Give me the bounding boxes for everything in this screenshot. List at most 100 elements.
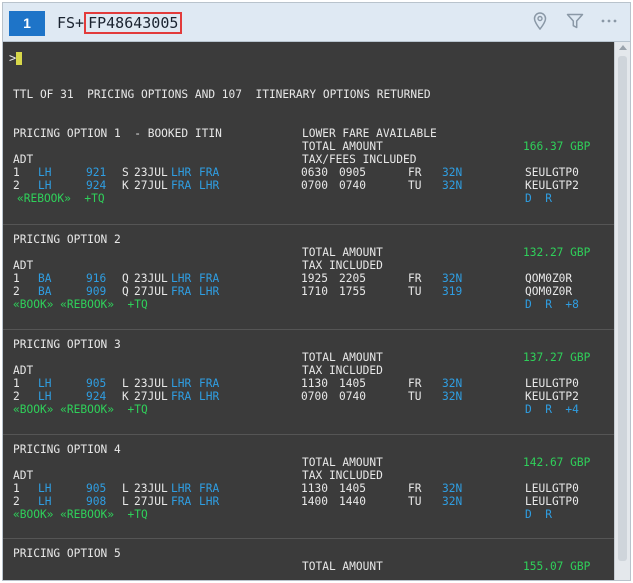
tax-label: TAX INCLUDED bbox=[302, 259, 383, 272]
option-title: PRICING OPTION 2 bbox=[13, 233, 121, 246]
segment-date: 23JUL bbox=[134, 482, 168, 495]
segment-cls: Q bbox=[122, 285, 129, 298]
segment-n: 2 bbox=[13, 495, 20, 508]
segment-flight[interactable]: 921 bbox=[86, 166, 106, 179]
segment-day: FR bbox=[408, 482, 422, 495]
segment-arr: 1405 bbox=[339, 377, 366, 390]
pin-icon[interactable] bbox=[530, 12, 550, 32]
segment-arr: 0905 bbox=[339, 166, 366, 179]
more-icon[interactable] bbox=[599, 12, 619, 32]
scroll-up-icon[interactable] bbox=[619, 45, 627, 50]
option-title: PRICING OPTION 5 bbox=[13, 547, 121, 560]
total-amount-label: TOTAL AMOUNT bbox=[302, 351, 383, 364]
scrollbar[interactable] bbox=[614, 42, 630, 580]
segment-fare: KEULGTP2 bbox=[525, 179, 579, 192]
command-prefix: FS+ bbox=[57, 14, 85, 32]
segment-airline[interactable]: BA bbox=[38, 272, 51, 285]
terminal-cursor[interactable]: > bbox=[9, 52, 24, 65]
command-window: 1 FS+ FP48643005 > TTL OF 31 PRICING OPTI… bbox=[2, 2, 631, 581]
segment-equip: 32N bbox=[442, 272, 463, 285]
segment-flight[interactable]: 924 bbox=[86, 179, 106, 192]
segment-cls: L bbox=[122, 377, 129, 390]
segment-flight[interactable]: 905 bbox=[86, 482, 106, 495]
segment-day: TU bbox=[408, 390, 422, 403]
segment-fare: KEULGTP2 bbox=[525, 390, 579, 403]
segment-flight[interactable]: 924 bbox=[86, 390, 106, 403]
passenger-type: ADT bbox=[13, 153, 34, 166]
segment-airline[interactable]: LH bbox=[38, 166, 51, 179]
option-actions[interactable]: «BOOK» «REBOOK» +TQ bbox=[13, 403, 148, 416]
segment-arr: 1405 bbox=[339, 482, 366, 495]
segment-dep: 0700 bbox=[301, 390, 328, 403]
segment-airline[interactable]: LH bbox=[38, 390, 51, 403]
segment-airline[interactable]: LH bbox=[38, 377, 51, 390]
segment-airline[interactable]: LH bbox=[38, 179, 51, 192]
results-summary: TTL OF 31 PRICING OPTIONS AND 107 ITINER… bbox=[13, 88, 431, 101]
total-amount: 166.37 GBP bbox=[523, 140, 591, 153]
segment-airline[interactable]: BA bbox=[38, 285, 51, 298]
segment-fare: SEULGTP0 bbox=[525, 166, 579, 179]
total-amount-label: TOTAL AMOUNT bbox=[302, 246, 383, 259]
segment-date: 23JUL bbox=[134, 377, 168, 390]
segment-equip: 32N bbox=[442, 179, 463, 192]
segment-n: 1 bbox=[13, 482, 20, 495]
segment-airline[interactable]: LH bbox=[38, 495, 51, 508]
segment-n: 2 bbox=[13, 285, 20, 298]
total-amount: 137.27 GBP bbox=[523, 351, 591, 364]
segment-dep: 1130 bbox=[301, 482, 328, 495]
passenger-type: ADT bbox=[13, 259, 34, 272]
total-amount: 142.67 GBP bbox=[523, 456, 591, 469]
segment-flight[interactable]: 908 bbox=[86, 495, 106, 508]
passenger-type: ADT bbox=[13, 364, 34, 377]
segment-fare: LEULGTP0 bbox=[525, 377, 579, 390]
segment-date: 23JUL bbox=[134, 166, 168, 179]
option-actions[interactable]: «BOOK» «REBOOK» +TQ bbox=[13, 508, 148, 521]
option-divider bbox=[3, 538, 614, 539]
segment-flight[interactable]: 909 bbox=[86, 285, 106, 298]
tab-number[interactable]: 1 bbox=[9, 11, 45, 36]
option-actions[interactable]: «BOOK» «REBOOK» +TQ bbox=[13, 298, 148, 311]
option-flags[interactable]: D R +8 bbox=[525, 298, 579, 311]
segment-dep: 1925 bbox=[301, 272, 328, 285]
segment-day: FR bbox=[408, 166, 422, 179]
tax-label: TAX/FEES INCLUDED bbox=[302, 153, 417, 166]
segment-day: TU bbox=[408, 495, 422, 508]
scroll-thumb[interactable] bbox=[618, 56, 627, 561]
passenger-type: ADT bbox=[13, 469, 34, 482]
segment-arr: 0740 bbox=[339, 179, 366, 192]
segment-n: 2 bbox=[13, 179, 20, 192]
segment-dep: 0630 bbox=[301, 166, 328, 179]
option-flags[interactable]: D R +4 bbox=[525, 403, 579, 416]
total-amount-label: TOTAL AMOUNT bbox=[302, 560, 383, 573]
segment-from: LHR bbox=[171, 272, 192, 285]
segment-date: 27JUL bbox=[134, 495, 168, 508]
segment-arr: 2205 bbox=[339, 272, 366, 285]
segment-equip: 32N bbox=[442, 390, 463, 403]
option-actions[interactable]: «REBOOK» +TQ bbox=[17, 192, 105, 205]
segment-to: LHR bbox=[199, 285, 220, 298]
segment-dep: 0700 bbox=[301, 179, 328, 192]
total-amount-label: TOTAL AMOUNT bbox=[302, 456, 383, 469]
command-line[interactable]: FS+ FP48643005 bbox=[57, 12, 183, 34]
segment-cls: K bbox=[122, 179, 129, 192]
segment-flight[interactable]: 905 bbox=[86, 377, 106, 390]
total-amount: 132.27 GBP bbox=[523, 246, 591, 259]
command-code: FP48643005 bbox=[84, 12, 183, 34]
filter-icon[interactable] bbox=[565, 12, 585, 32]
option-flags[interactable]: D R bbox=[525, 192, 552, 205]
segment-airline[interactable]: LH bbox=[38, 482, 51, 495]
segment-arr: 0740 bbox=[339, 390, 366, 403]
option-divider bbox=[3, 434, 614, 435]
segment-n: 1 bbox=[13, 377, 20, 390]
segment-day: FR bbox=[408, 272, 422, 285]
segment-from: FRA bbox=[171, 390, 192, 403]
segment-date: 23JUL bbox=[134, 272, 168, 285]
segment-flight[interactable]: 916 bbox=[86, 272, 106, 285]
segment-to: FRA bbox=[199, 272, 220, 285]
segment-date: 27JUL bbox=[134, 179, 168, 192]
terminal-output[interactable]: > TTL OF 31 PRICING OPTIONS AND 107 ITIN… bbox=[3, 42, 614, 580]
option-flags[interactable]: D R bbox=[525, 508, 552, 521]
segment-equip: 32N bbox=[442, 166, 463, 179]
option-note: LOWER FARE AVAILABLE bbox=[302, 127, 437, 140]
segment-day: TU bbox=[408, 179, 422, 192]
